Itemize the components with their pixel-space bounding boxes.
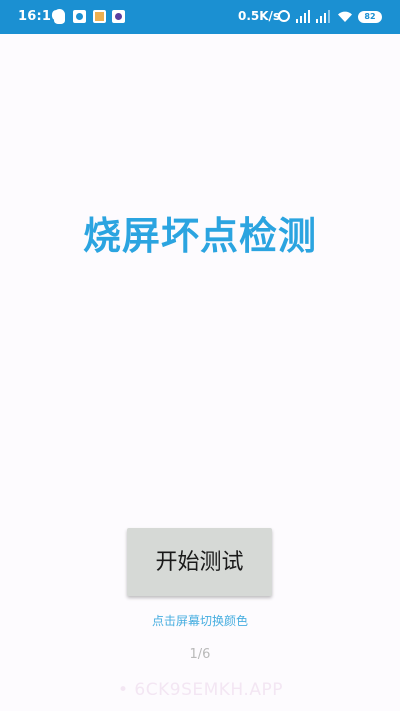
tap-hint-text: 点击屏幕切换颜色 (151, 614, 248, 628)
status-bar: 16:16 0.5K/s 82 (0, 0, 400, 34)
app-notification-icon (73, 10, 86, 23)
start-test-button[interactable]: 开始测试 (127, 528, 272, 596)
alarm-icon (278, 10, 290, 22)
signal-icon (296, 10, 310, 23)
wifi-icon (338, 11, 352, 22)
battery-indicator: 82 (358, 11, 382, 23)
network-speed: 0.5K/s (238, 9, 281, 23)
page-title: 烧屏坏点检测 (82, 214, 317, 258)
qq-notification-icon (54, 9, 65, 24)
watermark-text: • 6CK9SEMKH.APP (118, 680, 283, 700)
app-notification-icon (93, 10, 106, 23)
page-indicator: 1/6 (189, 647, 211, 662)
signal-icon (316, 10, 330, 23)
app-notification-icon (112, 10, 125, 23)
